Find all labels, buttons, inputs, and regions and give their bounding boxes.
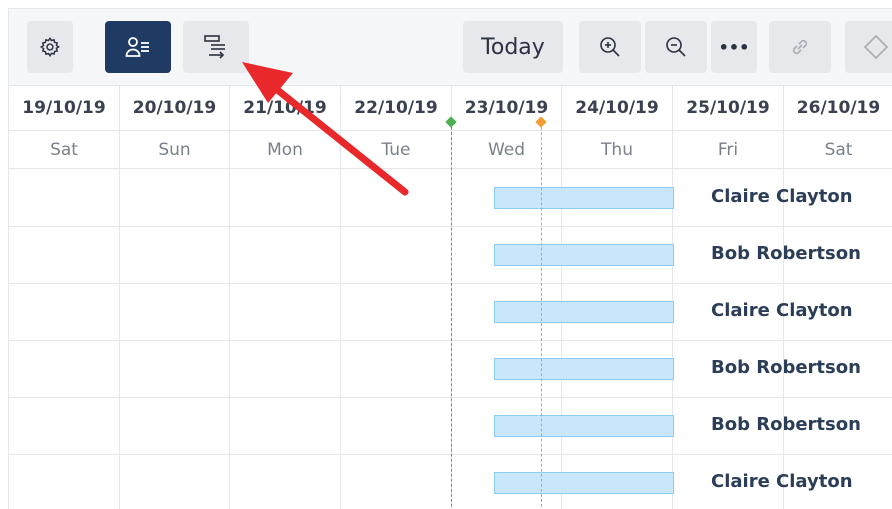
grid-column-divider xyxy=(561,169,562,509)
task-assignee-label: Bob Robertson xyxy=(711,414,861,435)
task-bar[interactable] xyxy=(494,358,674,380)
date-cell: 26/10/19 xyxy=(784,86,892,130)
day-cell: Thu xyxy=(562,131,673,169)
day-cell: Sat xyxy=(784,131,892,169)
task-assignee-label: Claire Clayton xyxy=(711,186,853,207)
date-cell: 21/10/19 xyxy=(230,86,341,130)
date-marker-line xyxy=(541,122,542,509)
day-cell: Mon xyxy=(230,131,341,169)
grid-column-divider xyxy=(119,169,120,509)
task-assignee-label: Bob Robertson xyxy=(711,357,861,378)
day-cell: Sun xyxy=(120,131,230,169)
grid-column-divider xyxy=(672,169,673,509)
gantt-frame: Today ••• 19/10/19 20/10/19 21/10/19 22/… xyxy=(8,8,892,509)
link-button[interactable] xyxy=(769,21,831,73)
zoom-out-button[interactable] xyxy=(645,21,707,73)
zoom-in-button[interactable] xyxy=(579,21,641,73)
date-cell: 22/10/19 xyxy=(341,86,452,130)
day-cell: Tue xyxy=(341,131,452,169)
task-bar[interactable] xyxy=(494,301,674,323)
zoom-in-icon xyxy=(600,37,620,57)
task-bar[interactable] xyxy=(494,472,674,494)
task-assignee-label: Claire Clayton xyxy=(711,471,853,492)
settings-button[interactable] xyxy=(27,21,73,73)
grid-column-divider xyxy=(340,169,341,509)
gantt-view-button[interactable] xyxy=(183,21,249,73)
task-bar[interactable] xyxy=(494,244,674,266)
date-cell: 19/10/19 xyxy=(9,86,120,130)
resource-view-button[interactable] xyxy=(105,21,171,73)
task-assignee-label: Bob Robertson xyxy=(711,243,861,264)
date-cell: 23/10/19 xyxy=(452,86,562,130)
task-bar[interactable] xyxy=(494,415,674,437)
day-cell: Fri xyxy=(673,131,784,169)
today-marker-line xyxy=(451,122,452,509)
toolbar: Today ••• xyxy=(9,9,892,86)
grid-column-divider xyxy=(229,169,230,509)
diamond-icon xyxy=(863,34,889,60)
more-button[interactable]: ••• xyxy=(711,21,757,73)
day-cell: Sat xyxy=(9,131,120,169)
gear-icon xyxy=(39,36,60,58)
user-list-icon xyxy=(125,37,149,57)
gantt-structure-icon xyxy=(204,35,225,59)
zoom-out-icon xyxy=(666,37,686,57)
link-icon xyxy=(792,39,808,55)
date-cell: 25/10/19 xyxy=(673,86,784,130)
milestone-button[interactable] xyxy=(845,21,892,73)
date-cell: 20/10/19 xyxy=(120,86,230,130)
today-button[interactable]: Today xyxy=(463,21,563,73)
task-assignee-label: Claire Clayton xyxy=(711,300,853,321)
grid-column-divider xyxy=(783,169,784,509)
date-cell: 24/10/19 xyxy=(562,86,673,130)
task-bar[interactable] xyxy=(494,187,674,209)
day-cell: Wed xyxy=(452,131,562,169)
